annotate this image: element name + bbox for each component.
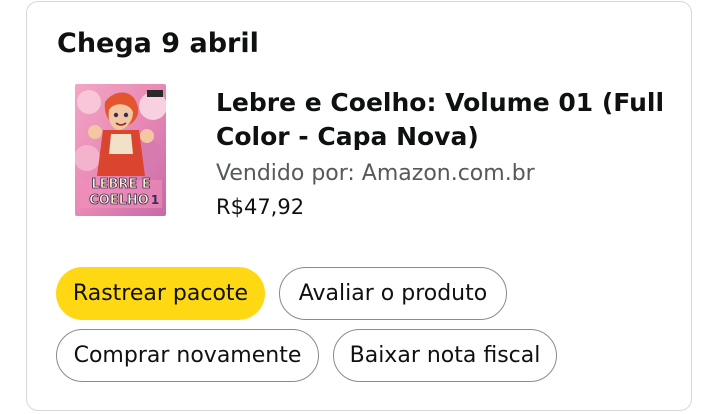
order-card: Chega 9 abril LEBRE E COELHO 1 Lebre e C… bbox=[26, 1, 692, 411]
product-cover-image[interactable]: LEBRE E COELHO 1 bbox=[75, 84, 166, 216]
product-seller: Vendido por: Amazon.com.br bbox=[216, 161, 535, 186]
cover-volume-number: 1 bbox=[151, 193, 159, 207]
product-price: R$47,92 bbox=[216, 195, 305, 219]
cover-logo-line2: COELHO bbox=[89, 193, 149, 208]
product-title[interactable]: Lebre e Coelho: Volume 01 (Full Color - … bbox=[216, 86, 666, 154]
cover-logo-line1: LEBRE E bbox=[91, 177, 150, 192]
review-product-button[interactable]: Avaliar o produto bbox=[279, 267, 507, 320]
book-cover-illustration: LEBRE E COELHO 1 bbox=[75, 84, 166, 216]
buy-again-button[interactable]: Comprar novamente bbox=[56, 329, 319, 382]
delivery-heading: Chega 9 abril bbox=[57, 28, 259, 59]
download-invoice-button[interactable]: Baixar nota fiscal bbox=[333, 329, 557, 382]
product-info: Lebre e Coelho: Volume 01 (Full Color - … bbox=[216, 86, 666, 223]
track-package-button[interactable]: Rastrear pacote bbox=[56, 267, 265, 320]
